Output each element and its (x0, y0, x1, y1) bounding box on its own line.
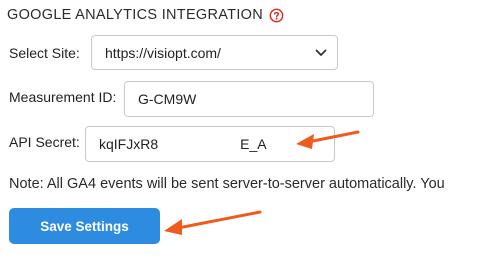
save-settings-button[interactable]: Save Settings (9, 208, 160, 244)
select-site-dropdown[interactable]: https://visiopt.com/ (91, 35, 338, 70)
chevron-down-icon (315, 49, 327, 56)
select-site-label: Select Site: (9, 45, 80, 61)
api-secret-label: API Secret: (9, 134, 80, 150)
redaction-block (196, 90, 277, 108)
measurement-id-label: Measurement ID: (9, 89, 117, 105)
annotation-arrow-icon (164, 210, 262, 235)
measurement-id-value: G-CM9W (138, 91, 197, 107)
redaction-block (158, 135, 241, 153)
server-to-server-note: Note: All GA4 events will be sent server… (9, 176, 445, 192)
select-site-value: https://visiopt.com/ (105, 44, 221, 61)
api-secret-value-start: kqIFJxR8 (99, 136, 159, 152)
question-circle-icon[interactable] (269, 8, 284, 23)
ga-integration-panel: GOOGLE ANALYTICS INTEGRATION Select Site… (0, 0, 483, 257)
section-title: GOOGLE ANALYTICS INTEGRATION (7, 7, 264, 23)
section-header: GOOGLE ANALYTICS INTEGRATION (7, 5, 284, 25)
measurement-id-input[interactable]: G-CM9W (124, 81, 374, 117)
api-secret-value-end: E_A (240, 136, 267, 152)
annotation-arrow-icon (296, 130, 360, 149)
